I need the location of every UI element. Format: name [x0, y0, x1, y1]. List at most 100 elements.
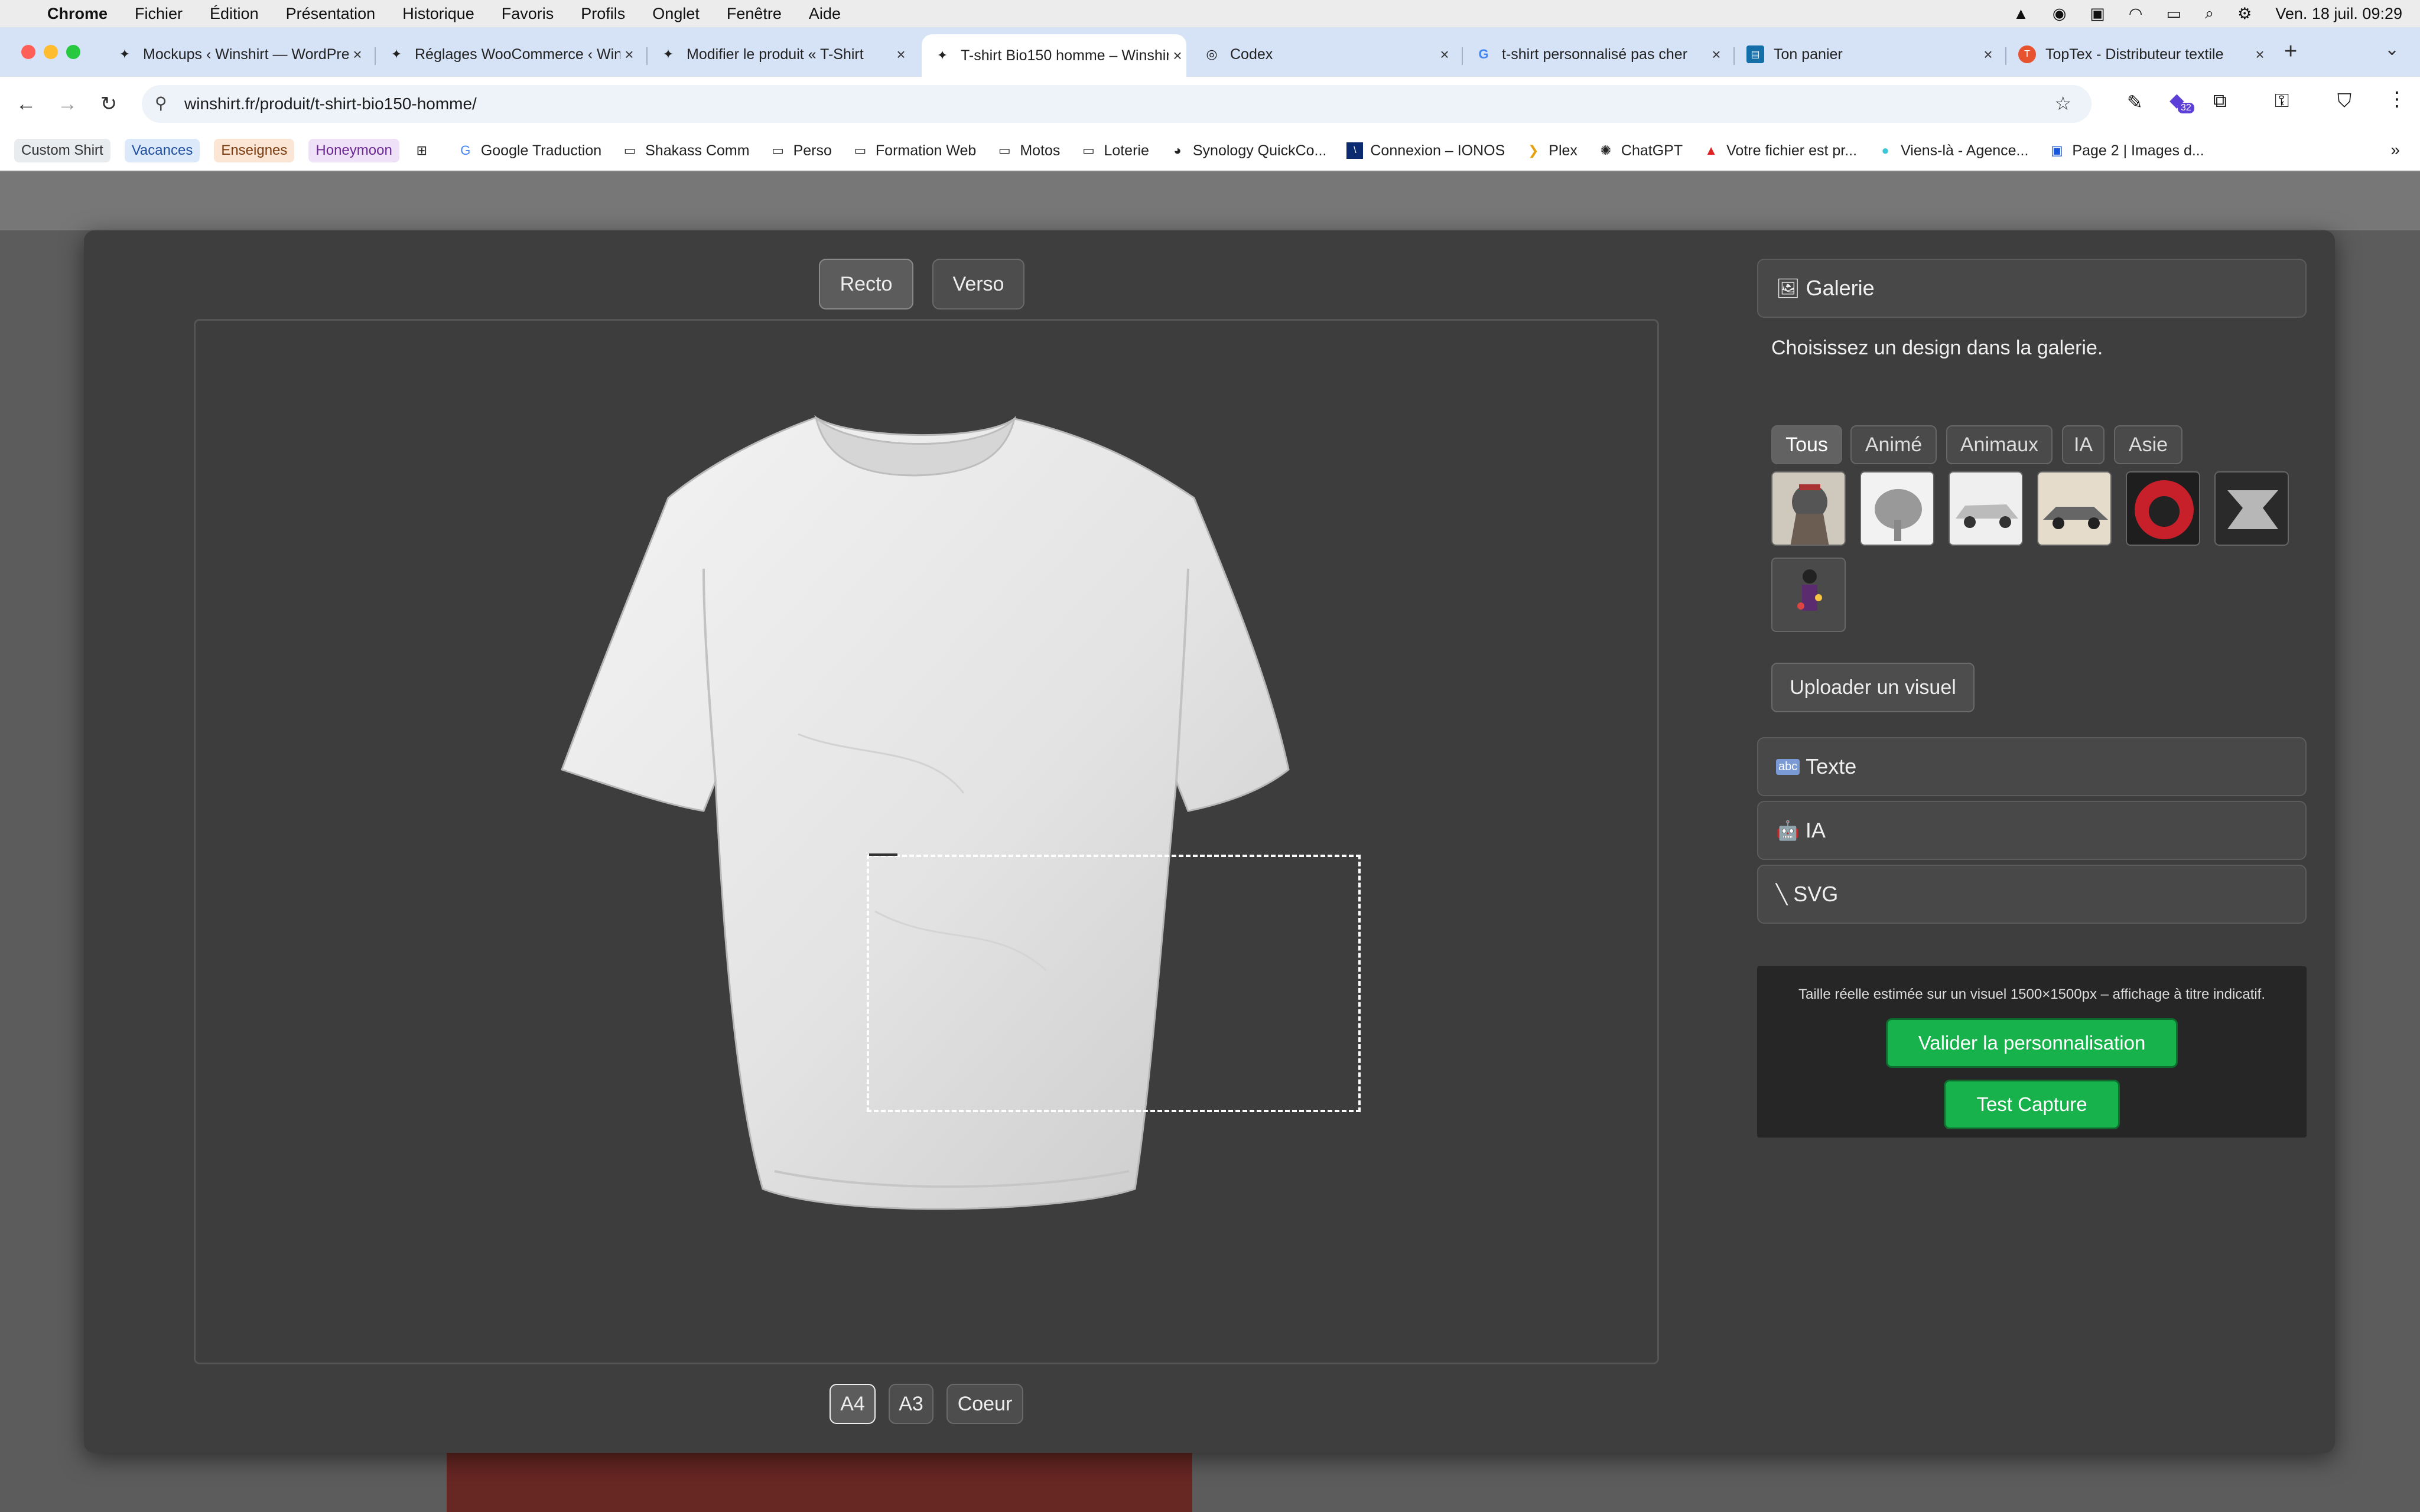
gallery-thumb-elephant[interactable]: [1860, 471, 1934, 546]
bookmark-motos[interactable]: ▭ Motos: [996, 142, 1061, 159]
reload-icon[interactable]: ↻: [92, 87, 125, 120]
more-menu-icon[interactable]: ⋮: [2387, 87, 2407, 111]
control-center-icon[interactable]: ⚙: [2237, 5, 2252, 23]
recto-button[interactable]: Recto: [819, 259, 913, 309]
bookmark-loterie[interactable]: ▭ Loterie: [1080, 142, 1149, 159]
filter-tous[interactable]: Tous: [1771, 425, 1842, 464]
clock[interactable]: Ven. 18 juil. 09:29: [2275, 5, 2402, 23]
close-icon[interactable]: ×: [1979, 45, 1997, 64]
zone-handle[interactable]: [869, 853, 897, 856]
bookmark-plex[interactable]: ❯ Plex: [1525, 142, 1577, 159]
extension-icon[interactable]: ✎: [2127, 91, 2143, 113]
close-icon[interactable]: ×: [2251, 45, 2269, 64]
text-section-header[interactable]: abc Texte: [1757, 737, 2307, 796]
bookmark-perso[interactable]: ▭ Perso: [770, 142, 832, 159]
tshirt-preview-canvas[interactable]: [194, 319, 1659, 1364]
url-text[interactable]: winshirt.fr/produit/t-shirt-bio150-homme…: [184, 94, 477, 113]
validation-box: Taille réelle estimée sur un visuel 1500…: [1757, 966, 2307, 1138]
filter-anime[interactable]: Animé: [1850, 425, 1937, 464]
menu-profils[interactable]: Profils: [581, 5, 625, 23]
puzzle-icon[interactable]: ⧉: [2213, 90, 2227, 112]
gallery-thumb-sc-logo[interactable]: [2214, 471, 2289, 546]
maximize-window-button[interactable]: [66, 45, 80, 59]
bookmark-star-icon[interactable]: ☆: [2054, 92, 2071, 115]
bookmark-votre-fichier[interactable]: ▲ Votre fichier est pr...: [1703, 142, 1857, 159]
site-settings-icon[interactable]: ⚲: [155, 93, 167, 113]
close-icon[interactable]: ×: [1707, 45, 1725, 64]
new-tab-plus-icon[interactable]: +: [2284, 39, 2297, 64]
gallery-thumb-figure[interactable]: [1771, 558, 1846, 632]
menu-fenetre[interactable]: Fenêtre: [727, 5, 782, 23]
menu-presentation[interactable]: Présentation: [286, 5, 376, 23]
close-icon[interactable]: ×: [620, 45, 638, 64]
tab-mockups[interactable]: ✦ Mockups ‹ Winshirt — WordPress ×: [116, 35, 366, 73]
tab-modifier-produit[interactable]: ✦ Modifier le produit « T-Shirt ×: [659, 35, 910, 73]
filter-ia[interactable]: IA: [2062, 425, 2105, 464]
status-icon[interactable]: ▲: [2013, 5, 2029, 23]
menu-fichier[interactable]: Fichier: [135, 5, 183, 23]
menu-edition[interactable]: Édition: [210, 5, 259, 23]
gallery-thumb-classic-car[interactable]: [2037, 471, 2112, 546]
tab-title: Codex: [1230, 45, 1273, 63]
wifi-icon[interactable]: ◠: [2129, 5, 2143, 23]
bookmark-google-traduction[interactable]: G Google Traduction: [457, 142, 601, 159]
close-icon[interactable]: ×: [1436, 45, 1453, 64]
menu-app-name[interactable]: Chrome: [47, 5, 108, 23]
verso-button[interactable]: Verso: [932, 259, 1024, 309]
format-a4-button[interactable]: A4: [830, 1384, 876, 1424]
more-bookmarks-chevron-icon[interactable]: »: [2390, 141, 2400, 159]
svg-section-header[interactable]: ╲ SVG: [1757, 865, 2307, 924]
close-icon[interactable]: ×: [892, 45, 910, 64]
menu-historique[interactable]: Historique: [402, 5, 474, 23]
tab-toptex[interactable]: T TopTex - Distributeur textile ×: [2018, 35, 2269, 73]
tab-reglages-woocommerce[interactable]: ✦ Réglages WooCommerce ‹ Winshirt ×: [388, 35, 638, 73]
tab-codex[interactable]: ◎ Codex ×: [1203, 35, 1453, 73]
test-capture-button[interactable]: Test Capture: [1944, 1080, 2120, 1129]
battery-icon[interactable]: ▭: [2166, 5, 2181, 23]
back-arrow-icon[interactable]: ←: [9, 87, 43, 120]
menu-aide[interactable]: Aide: [809, 5, 841, 23]
address-bar[interactable]: ⚲ winshirt.fr/produit/t-shirt-bio150-hom…: [142, 85, 2092, 123]
search-icon[interactable]: ⌕: [2205, 4, 2214, 23]
forward-arrow-icon[interactable]: →: [51, 87, 84, 120]
app-icon[interactable]: ▣: [2090, 5, 2105, 23]
close-icon[interactable]: ×: [1169, 47, 1186, 65]
bookmark-synology[interactable]: ◕ Synology QuickCo...: [1169, 142, 1326, 159]
bookmark-viens-la[interactable]: ● Viens-là - Agence...: [1877, 142, 2028, 159]
minimize-window-button[interactable]: [44, 45, 58, 59]
bookmark-chip-honeymoon[interactable]: Honeymoon: [308, 139, 399, 162]
gallery-thumb-silver-car[interactable]: [1949, 471, 2023, 546]
upload-visual-button[interactable]: Uploader un visuel: [1771, 663, 1975, 712]
bookmark-chip-vacances[interactable]: Vacances: [124, 139, 200, 162]
filter-animaux[interactable]: Animaux: [1946, 425, 2053, 464]
apps-grid-icon[interactable]: ⊞: [414, 142, 437, 159]
bookmark-page-images[interactable]: ▣ Page 2 | Images d...: [2048, 142, 2204, 159]
bookmark-ionos[interactable]: \ Connexion – IONOS: [1346, 142, 1505, 159]
tab-search-chevron-icon[interactable]: ⌄: [2385, 39, 2399, 60]
bookmark-formation-web[interactable]: ▭ Formation Web: [852, 142, 976, 159]
close-window-button[interactable]: [21, 45, 35, 59]
validate-customization-button[interactable]: Valider la personnalisation: [1886, 1018, 2178, 1068]
close-icon[interactable]: ×: [349, 45, 366, 64]
audio-icon[interactable]: ◉: [2053, 5, 2067, 23]
gallery-thumb-red-hood[interactable]: [2126, 471, 2200, 546]
ai-section-header[interactable]: 🤖 IA: [1757, 801, 2307, 860]
tab-google-search[interactable]: G t-shirt personnalisé pas cher ×: [1475, 35, 1725, 73]
gallery-section-header[interactable]: 🖼 Galerie: [1757, 259, 2307, 318]
print-area-zone[interactable]: [867, 853, 1361, 1112]
folder-icon: ▭: [623, 143, 636, 158]
menu-favoris[interactable]: Favoris: [502, 5, 554, 23]
bookmark-chip-enseignes[interactable]: Enseignes: [214, 139, 295, 162]
password-key-icon[interactable]: ⚿: [2275, 90, 2289, 112]
tab-ton-panier[interactable]: ▤ Ton panier ×: [1746, 35, 1997, 73]
bookmark-shakass-comm[interactable]: ▭ Shakass Comm: [622, 142, 750, 159]
gallery-thumb-viking[interactable]: [1771, 471, 1846, 546]
profile-icon[interactable]: ⛉: [2337, 90, 2351, 112]
menu-onglet[interactable]: Onglet: [652, 5, 700, 23]
bookmark-chatgpt[interactable]: ✺ ChatGPT: [1598, 142, 1683, 159]
format-coeur-button[interactable]: Coeur: [946, 1384, 1023, 1424]
format-a3-button[interactable]: A3: [889, 1384, 933, 1424]
bookmark-chip-custom-shirt[interactable]: Custom Shirt: [14, 139, 110, 162]
filter-asie[interactable]: Asie: [2114, 425, 2182, 464]
tab-tshirt-bio150[interactable]: ✦ T-shirt Bio150 homme – Winshirt ×: [922, 34, 1186, 77]
